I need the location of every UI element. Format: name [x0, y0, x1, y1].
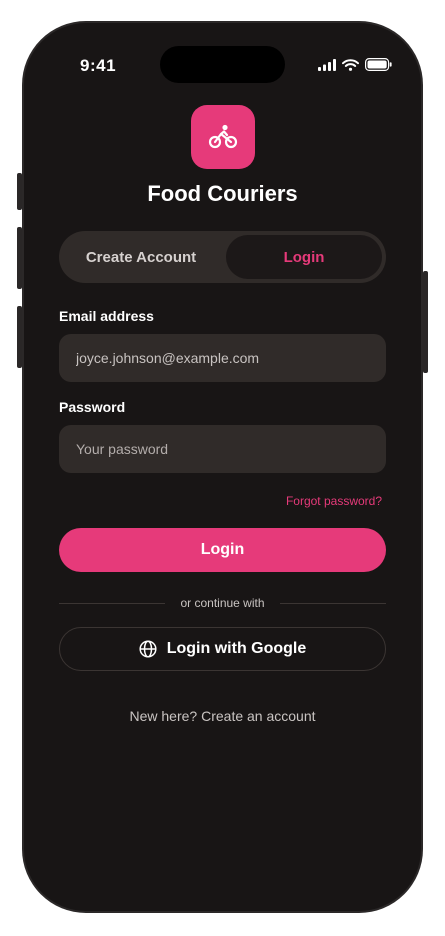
globe-icon [139, 640, 157, 658]
login-screen: 9:41 Food Couriers Create Account Login … [24, 23, 421, 911]
phone-frame: 9:41 Food Couriers Create Account Login … [22, 21, 423, 913]
tab-create-account[interactable]: Create Account [63, 235, 219, 279]
status-time: 9:41 [80, 56, 117, 75]
divider-right [280, 603, 386, 604]
dynamic-island [160, 46, 285, 83]
tab-login[interactable]: Login [226, 235, 382, 279]
power-button [423, 271, 428, 373]
password-label: Password [59, 399, 126, 415]
login-button[interactable]: Login [59, 528, 386, 572]
create-account-link[interactable]: New here? Create an account [24, 708, 421, 724]
app-logo [191, 105, 255, 169]
wifi-icon [342, 58, 359, 71]
cellular-signal-icon [318, 58, 336, 71]
app-title: Food Couriers [147, 181, 298, 206]
google-login-label: Login with Google [166, 640, 307, 657]
auth-tabs: Create Account Login [59, 231, 386, 283]
google-login-button[interactable]: Login with Google [59, 627, 386, 671]
email-field[interactable] [59, 334, 386, 382]
status-icons [318, 58, 392, 71]
forgot-password-link[interactable]: Forgot password? [286, 494, 382, 508]
bicycle-icon [208, 124, 238, 149]
password-field[interactable] [59, 425, 386, 473]
battery-icon [365, 58, 392, 71]
email-label: Email address [59, 308, 154, 324]
